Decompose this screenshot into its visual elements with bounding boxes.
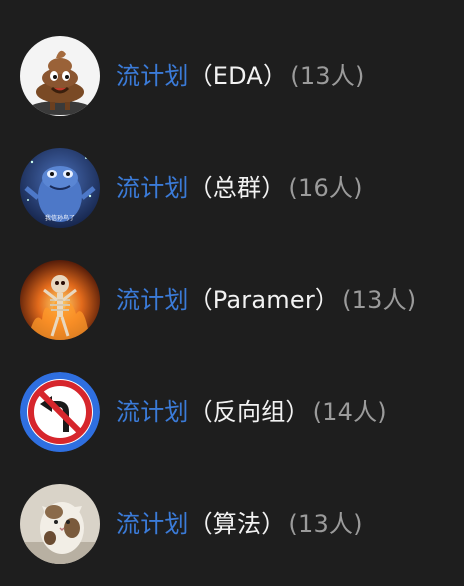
no-left-turn-sign-avatar-icon (20, 372, 100, 452)
group-title: 流计划（Paramer） (13人) (116, 285, 416, 315)
svg-text:我信孙鸟了: 我信孙鸟了 (45, 214, 75, 222)
group-prefix: 流计划 (116, 62, 189, 90)
cat-photo-avatar-icon (20, 484, 100, 564)
group-item-algorithm[interactable]: 流计划（算法） (13人) (0, 468, 464, 580)
group-name: （EDA） (188, 62, 288, 90)
group-item-main[interactable]: 我信孙鸟了 流计划（总群） (16人) (0, 132, 464, 244)
group-title: 流计划（总群） (16人) (116, 173, 363, 203)
member-count: (16人) (288, 174, 363, 202)
member-count: (13人) (342, 286, 417, 314)
poop-emoji-avatar-icon (20, 36, 100, 116)
group-prefix: 流计划 (116, 510, 189, 538)
group-item-eda[interactable]: 流计划（EDA） (13人) (0, 20, 464, 132)
member-count: (13人) (290, 62, 365, 90)
group-prefix: 流计划 (116, 286, 189, 314)
group-list: 流计划（EDA） (13人) 我信孙鸟了 流计划（总群） (16人) 流计划（P… (0, 0, 464, 586)
group-prefix: 流计划 (116, 174, 189, 202)
group-name: （算法） (188, 510, 286, 538)
group-title: 流计划（算法） (13人) (116, 509, 363, 539)
group-title: 流计划（反向组） (14人) (116, 397, 387, 427)
group-name: （反向组） (188, 398, 310, 426)
group-item-paramer[interactable]: 流计划（Paramer） (13人) (0, 244, 464, 356)
fire-skeleton-avatar-icon (20, 260, 100, 340)
member-count: (14人) (312, 398, 387, 426)
group-name: （总群） (188, 174, 286, 202)
group-title: 流计划（EDA） (13人) (116, 61, 365, 91)
member-count: (13人) (288, 510, 363, 538)
group-name: （Paramer） (188, 286, 340, 314)
group-prefix: 流计划 (116, 398, 189, 426)
blue-creature-avatar-icon: 我信孙鸟了 (20, 148, 100, 228)
group-item-reverse[interactable]: 流计划（反向组） (14人) (0, 356, 464, 468)
